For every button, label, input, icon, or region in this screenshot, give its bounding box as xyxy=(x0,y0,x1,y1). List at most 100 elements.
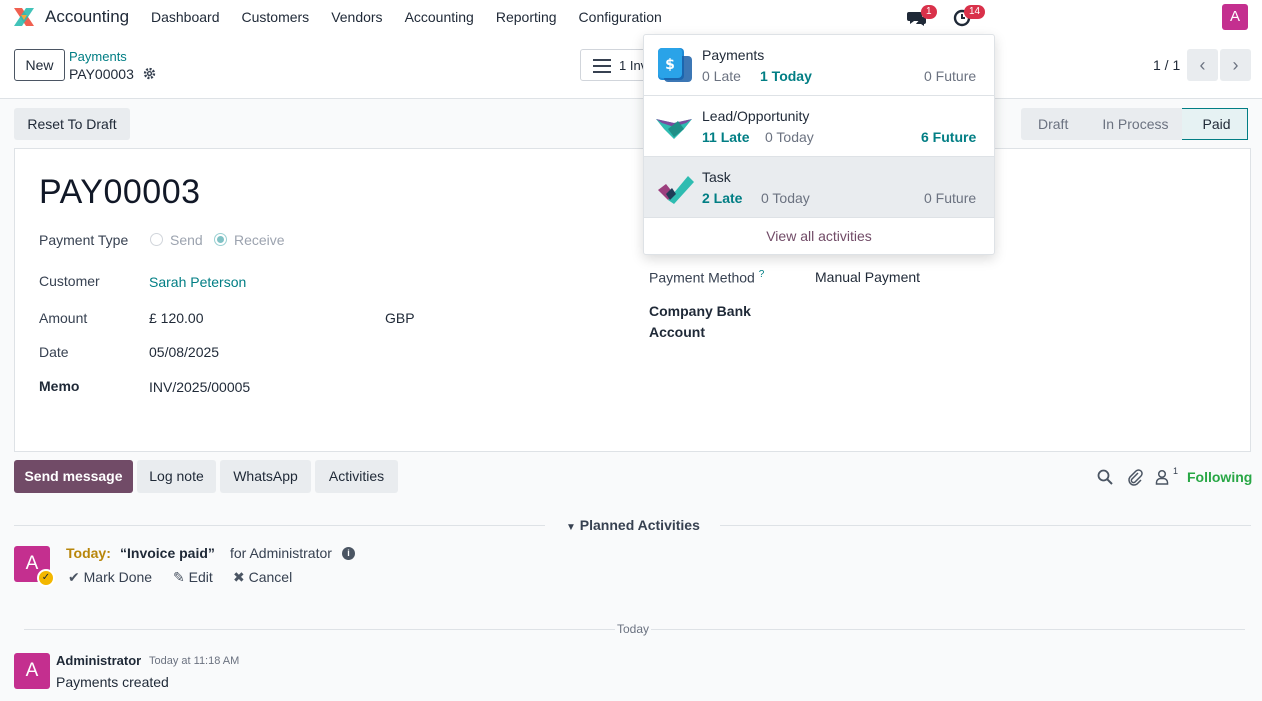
activity-due-label: Today: xyxy=(66,545,111,561)
activity-group-name: Lead/Opportunity xyxy=(702,108,810,124)
top-navbar: Accounting Dashboard Customers Vendors A… xyxy=(0,0,1262,34)
memo-label: Memo xyxy=(39,378,80,394)
edit-activity-button[interactable]: ✎ Edit xyxy=(173,569,213,586)
activity-today-count[interactable]: 0 Today xyxy=(765,129,814,145)
mark-done-button[interactable]: ✔ Mark Done xyxy=(68,569,152,586)
edit-label: Edit xyxy=(188,569,213,585)
date-label: Date xyxy=(39,344,69,360)
activity-group-name: Payments xyxy=(702,47,765,63)
list-icon xyxy=(593,59,611,77)
followers-count: 1 xyxy=(1173,466,1179,476)
menu-dashboard[interactable]: Dashboard xyxy=(140,0,231,34)
date-separator: Today xyxy=(615,622,652,636)
company-bank-account-label-line1: Company Bank xyxy=(649,303,751,319)
amount-field[interactable]: £ 120.00 xyxy=(149,310,204,326)
pencil-icon: ✎ xyxy=(173,569,185,585)
activity-assignee: for Administrator xyxy=(230,545,332,561)
memo-field[interactable]: INV/2025/00005 xyxy=(149,379,250,395)
new-button[interactable]: New xyxy=(14,49,65,81)
payment-method-label-text: Payment Method xyxy=(649,269,755,286)
info-icon[interactable]: i xyxy=(342,547,355,560)
breadcrumb-payments[interactable]: Payments xyxy=(69,49,127,64)
activity-future-count[interactable]: 0 Future xyxy=(924,68,976,84)
pager-value[interactable]: 1 / 1 xyxy=(1153,57,1180,73)
check-icon: ✓ xyxy=(37,569,55,587)
invoices-smart-button[interactable]: 1 Invoice xyxy=(580,49,650,81)
menu-accounting[interactable]: Accounting xyxy=(394,0,485,34)
crm-app-icon xyxy=(656,119,692,139)
user-avatar[interactable]: A xyxy=(1222,4,1248,30)
payment-method-help-icon[interactable]: ? xyxy=(759,269,765,280)
date-field[interactable]: 05/08/2025 xyxy=(149,344,219,360)
form-sheet: PAY00003 Payment Type Send Receive Custo… xyxy=(14,148,1251,452)
breadcrumb-current: PAY00003 xyxy=(69,66,134,82)
payment-method-label: Payment Method ? xyxy=(649,269,764,286)
stage-draft[interactable]: Draft xyxy=(1021,108,1083,140)
activity-late-count[interactable]: 0 Late xyxy=(702,68,741,84)
chevron-left-icon: ‹ xyxy=(1199,55,1206,75)
activity-late-count[interactable]: 2 Late xyxy=(702,190,742,206)
activity-group-payments[interactable]: $ Payments 0 Late 1 Today 0 Future xyxy=(644,35,994,96)
activities-button[interactable]: Activities xyxy=(315,460,398,493)
svg-text:$: $ xyxy=(665,57,675,73)
activities-badge: 14 xyxy=(964,5,986,19)
check-icon: ✔ xyxy=(68,569,80,585)
divider xyxy=(14,525,545,526)
paperclip-icon[interactable] xyxy=(1126,468,1144,486)
payment-type-receive-radio[interactable] xyxy=(214,233,227,246)
planned-activities-title: Planned Activities xyxy=(579,517,700,533)
menu-customers[interactable]: Customers xyxy=(231,0,321,34)
activity-today-count[interactable]: 0 Today xyxy=(761,190,810,206)
payment-type-send-radio[interactable] xyxy=(150,233,163,246)
divider xyxy=(720,525,1251,526)
gear-icon[interactable] xyxy=(143,67,156,80)
activity-title: “Invoice paid” xyxy=(120,545,215,561)
activity-group-task[interactable]: Task 2 Late 0 Today 0 Future xyxy=(644,157,994,218)
activity-future-count[interactable]: 6 Future xyxy=(921,129,976,145)
record-title: PAY00003 xyxy=(39,173,201,211)
activity-late-count[interactable]: 11 Late xyxy=(702,129,749,145)
send-message-button[interactable]: Send message xyxy=(14,460,133,493)
search-icon[interactable] xyxy=(1096,468,1114,486)
payment-method-field[interactable]: Manual Payment xyxy=(815,269,920,285)
caret-down-icon: ▼ xyxy=(566,522,576,533)
app-name[interactable]: Accounting xyxy=(45,7,129,27)
stage-paid[interactable]: Paid xyxy=(1182,108,1248,140)
reset-to-draft-button[interactable]: Reset To Draft xyxy=(14,108,130,140)
message-author[interactable]: Administrator xyxy=(56,653,141,668)
task-app-icon xyxy=(658,176,694,204)
stage-in-process[interactable]: In Process xyxy=(1082,108,1183,140)
followers-user-icon[interactable] xyxy=(1154,468,1172,486)
payment-type-receive-label: Receive xyxy=(234,232,285,248)
main-menu: Dashboard Customers Vendors Accounting R… xyxy=(140,0,673,34)
currency-field[interactable]: GBP xyxy=(385,310,415,326)
activity-future-count[interactable]: 0 Future xyxy=(924,190,976,206)
activity-group-lead-opportunity[interactable]: Lead/Opportunity 11 Late 0 Today 6 Futur… xyxy=(644,96,994,157)
view-all-activities-button[interactable]: View all activities xyxy=(644,218,994,254)
message-avatar[interactable]: A xyxy=(14,653,50,689)
following-button[interactable]: Following xyxy=(1187,469,1252,485)
menu-configuration[interactable]: Configuration xyxy=(568,0,673,34)
activity-today-count[interactable]: 1 Today xyxy=(760,68,812,84)
pager-next-button[interactable]: › xyxy=(1220,49,1251,81)
whatsapp-button[interactable]: WhatsApp xyxy=(220,460,311,493)
activity-dropdown: $ Payments 0 Late 1 Today 0 Future Lead/… xyxy=(643,34,995,255)
menu-vendors[interactable]: Vendors xyxy=(320,0,393,34)
message-date: Today at 11:18 AM xyxy=(149,655,240,667)
pager-previous-button[interactable]: ‹ xyxy=(1187,49,1218,81)
accounting-app-logo-icon[interactable] xyxy=(12,6,36,28)
message-body: Payments created xyxy=(56,674,169,690)
control-panel: New Payments PAY00003 1 Invoice 1 / 1 ‹ … xyxy=(0,34,1262,99)
payments-app-icon: $ xyxy=(658,48,692,82)
customer-field[interactable]: Sarah Peterson xyxy=(149,274,246,290)
payment-type-label: Payment Type xyxy=(39,232,129,248)
cancel-label: Cancel xyxy=(248,569,293,585)
menu-reporting[interactable]: Reporting xyxy=(485,0,568,34)
status-bar: Draft In Process Paid xyxy=(1021,108,1248,140)
cancel-activity-button[interactable]: ✖ Cancel xyxy=(233,569,292,586)
planned-activities-toggle[interactable]: ▼ Planned Activities xyxy=(566,517,700,533)
customer-label: Customer xyxy=(39,273,100,289)
log-note-button[interactable]: Log note xyxy=(137,460,216,493)
company-bank-account-label-line2: Account xyxy=(649,324,705,340)
close-icon: ✖ xyxy=(233,569,245,585)
